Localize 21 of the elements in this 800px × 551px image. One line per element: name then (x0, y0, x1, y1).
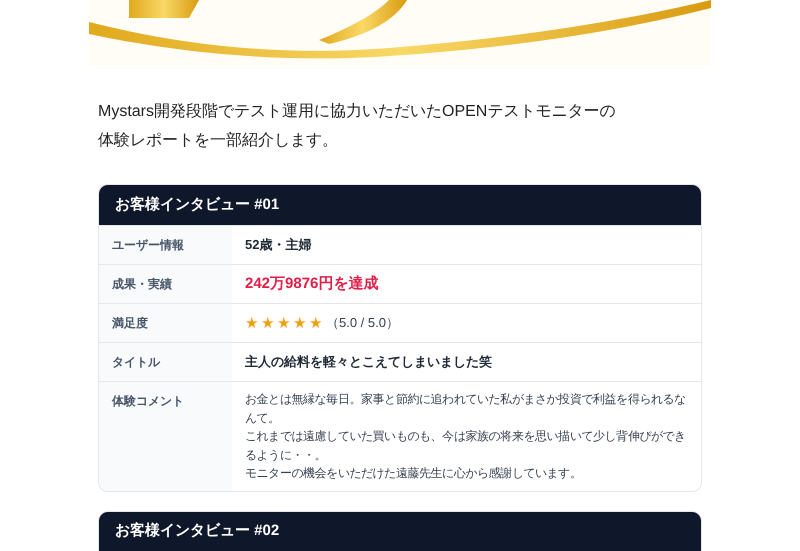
intro-text: 体験レポートを一部紹介します。 (98, 130, 339, 151)
card-title: お客様インタビュー #02 (99, 512, 701, 551)
row-label: タイトル (99, 343, 232, 381)
row-label: ユーザー情報 (99, 226, 232, 264)
intro-text: Mystars開発段階でテスト運用に協力いただいたOPENテストモニターの (98, 102, 616, 122)
review-comment: モニターの機会をいただけた遠藤先生に心から感謝しています。 (245, 465, 582, 482)
row-label: 成果・実績 (99, 265, 232, 303)
star-icon: ★ (293, 316, 306, 330)
star-icon: ★ (261, 316, 274, 330)
review-comment: お金とは無縁な毎日。家事と節約に追われていた私がまさか投資で利益を得られるなんて。 (245, 391, 687, 426)
review-comment: これまでは遠慮していた買いものも、今は家族の将来を思い描いて少し背伸びができるように・・。 (245, 428, 687, 464)
row-label: 満足度 (99, 304, 232, 342)
card-title: お客様インタビュー #01 (99, 185, 701, 225)
row-label: 体験コメント (99, 382, 232, 490)
rating-score: （5.0 / 5.0） (326, 314, 399, 332)
result-text: 242万9876円を達成 (245, 274, 378, 294)
star-icon: ★ (245, 316, 258, 330)
user-info: 52歳・主婦 (245, 236, 312, 254)
star-icon: ★ (277, 316, 290, 330)
star-icon: ★ (309, 316, 322, 330)
review-title: 主人の給料を軽々とこえてしまいました笑 (245, 353, 492, 371)
